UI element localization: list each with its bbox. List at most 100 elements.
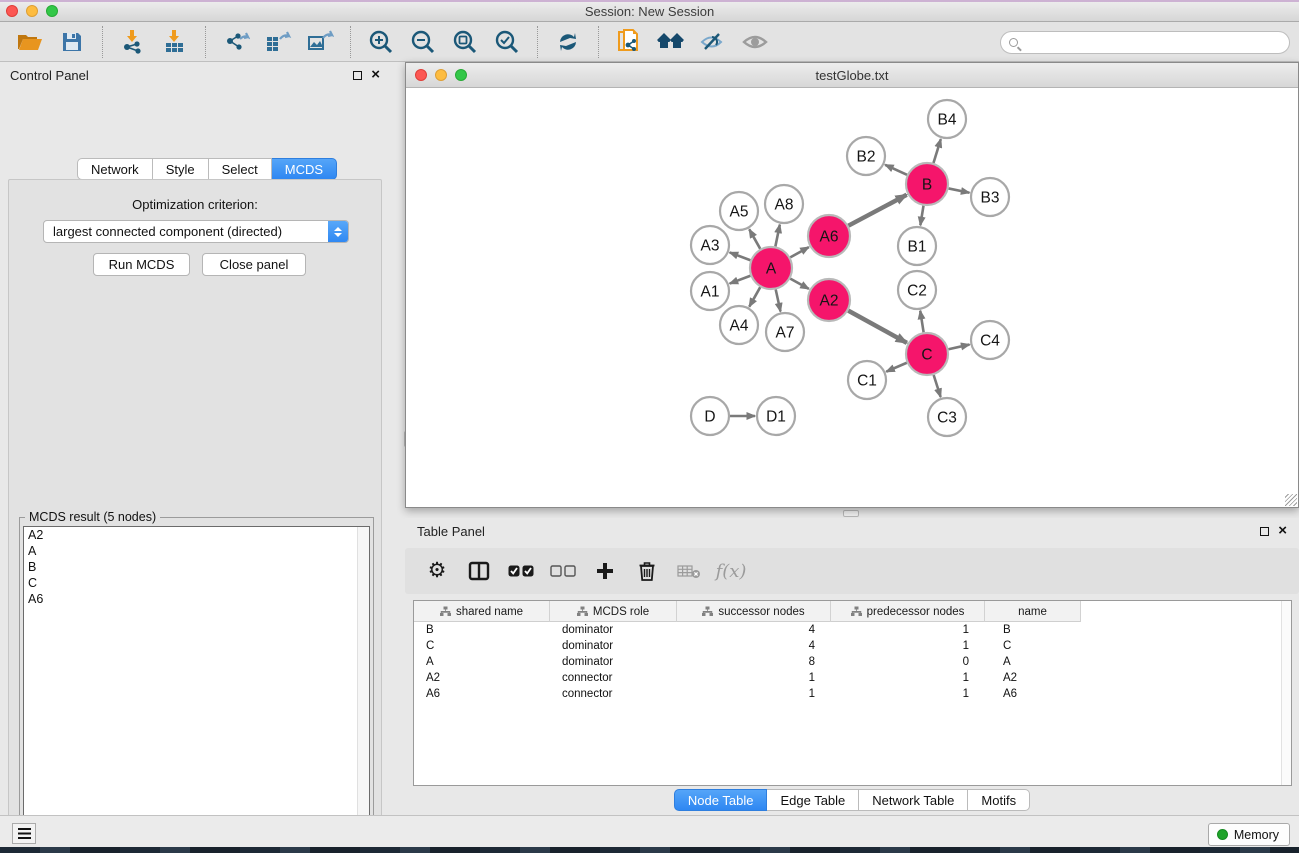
cell-name[interactable]: B (985, 622, 1081, 638)
close-panel-icon[interactable]: × (1278, 526, 1287, 536)
column-header-name[interactable]: name (985, 601, 1081, 622)
cell-shared-name[interactable]: A (414, 654, 550, 670)
function-builder-icon[interactable]: f(x) (717, 556, 745, 586)
table-options-icon[interactable]: ⚙ (423, 556, 451, 586)
minimize-network-button[interactable] (435, 69, 447, 81)
tab-network-table[interactable]: Network Table (859, 789, 968, 811)
apply-layout-icon[interactable] (547, 26, 589, 58)
node-A3[interactable]: A3 (691, 226, 729, 264)
table-scrollbar[interactable] (1281, 601, 1291, 785)
run-mcds-button[interactable]: Run MCDS (93, 253, 190, 276)
edge-C-C2[interactable] (920, 311, 923, 333)
resize-grip-icon[interactable] (1285, 494, 1297, 506)
edge-A-A5[interactable] (749, 229, 760, 249)
cell-predecessor-nodes[interactable]: 1 (831, 638, 985, 654)
edge-A-A3[interactable] (730, 252, 751, 260)
network-from-selection-icon[interactable] (608, 26, 650, 58)
edge-A-A7[interactable] (776, 289, 781, 311)
node-B4[interactable]: B4 (928, 100, 966, 138)
cell-shared-name[interactable]: B (414, 622, 550, 638)
node-B1[interactable]: B1 (898, 227, 936, 265)
cell-predecessor-nodes[interactable]: 1 (831, 686, 985, 702)
show-eye-icon[interactable] (734, 26, 776, 58)
edge-C-C1[interactable] (886, 363, 907, 372)
tab-mcds[interactable]: MCDS (272, 158, 337, 180)
cell-predecessor-nodes[interactable]: 1 (831, 622, 985, 638)
node-A8[interactable]: A8 (765, 185, 803, 223)
cell-name[interactable]: A6 (985, 686, 1081, 702)
cell-successor-nodes[interactable]: 1 (677, 670, 831, 686)
cell-shared-name[interactable]: A2 (414, 670, 550, 686)
panel-divider-grip[interactable] (843, 510, 859, 517)
column-header-successor-nodes[interactable]: successor nodes (677, 601, 831, 622)
export-image-icon[interactable] (299, 26, 341, 58)
add-column-icon[interactable] (591, 556, 619, 586)
export-table-icon[interactable] (257, 26, 299, 58)
select-all-icon[interactable] (507, 556, 535, 586)
table-row[interactable]: A2connector11A2 (414, 670, 1291, 686)
import-table-icon[interactable] (154, 26, 196, 58)
zoom-network-button[interactable] (455, 69, 467, 81)
node-A6[interactable]: A6 (808, 215, 850, 257)
node-A7[interactable]: A7 (766, 313, 804, 351)
edge-B-B2[interactable] (885, 165, 907, 175)
edge-A6-B[interactable] (848, 195, 906, 226)
close-window-button[interactable] (6, 5, 18, 17)
tab-motifs[interactable]: Motifs (968, 789, 1030, 811)
edge-A-A1[interactable] (730, 276, 751, 284)
node-C[interactable]: C (906, 333, 948, 375)
cell-predecessor-nodes[interactable]: 0 (831, 654, 985, 670)
node-A1[interactable]: A1 (691, 272, 729, 310)
float-panel-icon[interactable] (353, 71, 362, 80)
node-C4[interactable]: C4 (971, 321, 1009, 359)
optimization-criterion-select[interactable]: largest connected component (directed) (43, 220, 349, 243)
zoom-window-button[interactable] (46, 5, 58, 17)
cell-MCDS-role[interactable]: connector (550, 670, 677, 686)
table-row[interactable]: Cdominator41C (414, 638, 1291, 654)
table-row[interactable]: A6connector11A6 (414, 686, 1291, 702)
cell-successor-nodes[interactable]: 4 (677, 622, 831, 638)
tab-edge-table[interactable]: Edge Table (767, 789, 859, 811)
mcds-result-item[interactable]: A (24, 543, 369, 559)
cell-name[interactable]: C (985, 638, 1081, 654)
save-session-icon[interactable] (51, 26, 93, 58)
tab-node-table[interactable]: Node Table (674, 789, 768, 811)
close-panel-icon[interactable]: × (371, 70, 380, 80)
tab-select[interactable]: Select (209, 158, 272, 180)
node-D[interactable]: D (691, 397, 729, 435)
edge-B-B4[interactable] (933, 139, 940, 163)
node-B3[interactable]: B3 (971, 178, 1009, 216)
cell-MCDS-role[interactable]: dominator (550, 654, 677, 670)
cell-MCDS-role[interactable]: dominator (550, 638, 677, 654)
cell-MCDS-role[interactable]: dominator (550, 622, 677, 638)
close-network-button[interactable] (415, 69, 427, 81)
float-panel-icon[interactable] (1260, 527, 1269, 536)
home-network-icon[interactable] (650, 26, 692, 58)
node-A[interactable]: A (750, 247, 792, 289)
mcds-result-list[interactable]: A2ABCA6 (23, 526, 370, 853)
node-D1[interactable]: D1 (757, 397, 795, 435)
mcds-result-item[interactable]: A6 (24, 591, 369, 607)
import-network-icon[interactable] (112, 26, 154, 58)
node-table[interactable]: shared nameMCDS rolesuccessor nodesprede… (413, 600, 1292, 786)
edge-C-C4[interactable] (948, 345, 969, 350)
delete-table-icon[interactable] (675, 556, 703, 586)
hide-panels-icon[interactable] (692, 26, 734, 58)
delete-column-icon[interactable] (633, 556, 661, 586)
cell-successor-nodes[interactable]: 1 (677, 686, 831, 702)
cell-successor-nodes[interactable]: 8 (677, 654, 831, 670)
edge-A-A2[interactable] (790, 279, 809, 289)
column-header-MCDS-role[interactable]: MCDS role (550, 601, 677, 622)
cell-name[interactable]: A2 (985, 670, 1081, 686)
column-header-shared-name[interactable]: shared name (414, 601, 550, 622)
node-A4[interactable]: A4 (720, 306, 758, 344)
open-file-icon[interactable] (9, 26, 51, 58)
export-network-icon[interactable] (215, 26, 257, 58)
minimize-window-button[interactable] (26, 5, 38, 17)
column-visibility-icon[interactable] (465, 556, 493, 586)
node-B[interactable]: B (906, 163, 948, 205)
deselect-all-icon[interactable] (549, 556, 577, 586)
task-history-button[interactable] (12, 823, 36, 844)
zoom-in-icon[interactable] (360, 26, 402, 58)
memory-button[interactable]: Memory (1208, 823, 1290, 846)
